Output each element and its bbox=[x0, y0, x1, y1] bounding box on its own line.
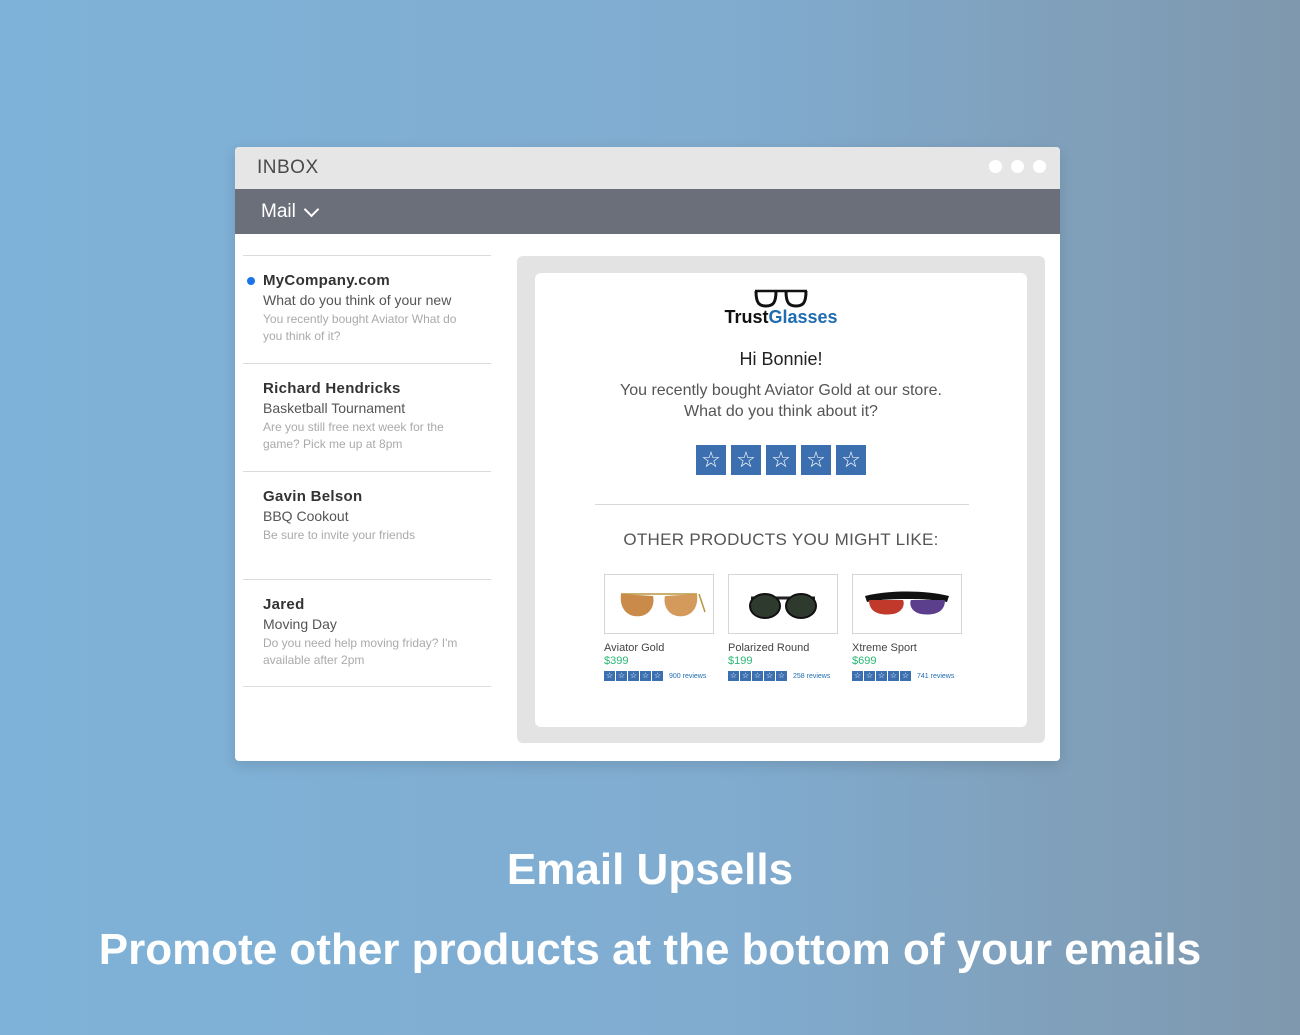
review-count[interactable]: 258 reviews bbox=[793, 673, 830, 680]
chevron-down-icon bbox=[303, 201, 320, 217]
mini-star-icon: ☆ bbox=[652, 671, 663, 681]
mini-star-icon: ☆ bbox=[776, 671, 787, 681]
review-count[interactable]: 900 reviews bbox=[669, 673, 706, 680]
email-body: TrustGlasses Hi Bonnie! You recently bou… bbox=[535, 273, 1027, 727]
rating-stars: ☆ ☆ ☆ ☆ ☆ bbox=[696, 445, 866, 475]
mini-star-icon: ☆ bbox=[604, 671, 615, 681]
product-card[interactable]: Xtreme Sport $699 ☆ ☆ ☆ ☆ ☆ 741 reviews bbox=[852, 574, 962, 681]
message-sender: MyCompany.com bbox=[263, 272, 390, 289]
message-subject: Basketball Tournament bbox=[263, 400, 406, 416]
unread-dot-icon bbox=[247, 277, 255, 285]
product-list: Aviator Gold $399 ☆☆☆☆☆ 900 reviews bbox=[604, 574, 962, 681]
mini-star-icon: ☆ bbox=[728, 671, 739, 681]
other-products-heading: OTHER PRODUCTS YOU MIGHT LIKE: bbox=[623, 530, 939, 549]
aviator-sunglasses-icon[interactable] bbox=[604, 574, 714, 634]
subheadline: Promote other products at the bottom of … bbox=[98, 925, 1202, 974]
mini-star-icon: ☆ bbox=[616, 671, 627, 681]
star-2-icon[interactable]: ☆ bbox=[731, 445, 761, 475]
product-card[interactable]: Aviator Gold $399 ☆ ☆ ☆ ☆ ☆ 900 reviews bbox=[604, 574, 714, 681]
product-name: Aviator Gold bbox=[604, 642, 665, 654]
sport-sunglasses-icon[interactable] bbox=[852, 574, 962, 634]
window-dot-3[interactable] bbox=[1033, 160, 1046, 173]
message-sender: Jared bbox=[263, 596, 305, 613]
email-line-1: You recently bought Aviator Gold at our … bbox=[620, 382, 942, 399]
brand-logo: TrustGlasses bbox=[535, 287, 1027, 328]
window-dot-2[interactable] bbox=[1011, 160, 1024, 173]
message-subject: BBQ Cookout bbox=[263, 508, 349, 524]
message-preview: You recently bought Aviator What do you … bbox=[263, 312, 457, 343]
message-preview: Are you still free next week for the gam… bbox=[263, 420, 444, 451]
mail-menu-button[interactable]: Mail bbox=[261, 201, 320, 223]
product-rating: ☆ ☆ ☆ ☆ ☆ 258 reviews bbox=[728, 671, 838, 681]
mini-star-icon: ☆ bbox=[640, 671, 651, 681]
mail-menu-label: Mail bbox=[261, 201, 296, 222]
message-sender: Richard Hendricks bbox=[263, 380, 401, 397]
mini-star-icon: ☆ bbox=[628, 671, 639, 681]
message-preview: Do you need help moving friday? I'm avai… bbox=[263, 636, 458, 667]
mini-star-icon: ☆ bbox=[740, 671, 751, 681]
star-1-icon[interactable]: ☆ bbox=[696, 445, 726, 475]
window-title: INBOX bbox=[257, 157, 319, 178]
mini-star-icon: ☆ bbox=[752, 671, 763, 681]
message-preview: Be sure to invite your friends bbox=[263, 528, 416, 542]
review-count[interactable]: 741 reviews bbox=[917, 673, 954, 680]
title-bar: INBOX bbox=[235, 147, 1060, 189]
mini-star-icon: ☆ bbox=[852, 671, 863, 681]
star-3-icon[interactable]: ☆ bbox=[766, 445, 796, 475]
brand-name-part1: Trust bbox=[724, 307, 769, 327]
list-item[interactable]: Richard Hendricks Basketball Tournament … bbox=[243, 363, 491, 471]
glasses-logo-icon bbox=[754, 289, 808, 308]
product-price: $399 bbox=[604, 655, 629, 667]
menu-bar: Mail bbox=[235, 189, 1060, 234]
message-subject: What do you think of your new bbox=[263, 292, 452, 308]
star-4-icon[interactable]: ☆ bbox=[801, 445, 831, 475]
divider bbox=[595, 504, 969, 505]
product-price: $199 bbox=[728, 655, 753, 667]
reading-pane: TrustGlasses Hi Bonnie! You recently bou… bbox=[517, 256, 1045, 743]
window-dot-1[interactable] bbox=[989, 160, 1002, 173]
list-item[interactable]: MyCompany.com What do you think of your … bbox=[243, 255, 491, 363]
star-5-icon[interactable]: ☆ bbox=[836, 445, 866, 475]
round-sunglasses-icon[interactable] bbox=[728, 574, 838, 634]
window-controls bbox=[989, 160, 1046, 173]
list-item[interactable]: Gavin Belson BBQ Cookout Be sure to invi… bbox=[243, 471, 491, 579]
headline: Email Upsells bbox=[506, 845, 794, 894]
email-message: You recently bought Aviator Gold at our … bbox=[535, 380, 1027, 422]
mini-star-icon: ☆ bbox=[864, 671, 875, 681]
product-rating: ☆ ☆ ☆ ☆ ☆ 900 reviews bbox=[604, 671, 714, 681]
mini-star-icon: ☆ bbox=[876, 671, 887, 681]
list-item[interactable]: Jared Moving Day Do you need help moving… bbox=[243, 579, 491, 687]
product-name: Polarized Round bbox=[728, 642, 810, 654]
message-sender: Gavin Belson bbox=[263, 488, 363, 505]
email-greeting: Hi Bonnie! bbox=[739, 349, 823, 369]
mini-star-icon: ☆ bbox=[764, 671, 775, 681]
product-rating: ☆ ☆ ☆ ☆ ☆ 741 reviews bbox=[852, 671, 962, 681]
brand-name-part2: Glasses bbox=[768, 307, 838, 327]
message-subject: Moving Day bbox=[263, 616, 337, 632]
product-card[interactable]: Polarized Round $199 ☆ ☆ ☆ ☆ ☆ 258 reviews bbox=[728, 574, 838, 681]
product-name: Xtreme Sport bbox=[852, 642, 917, 654]
brand-name: TrustGlasses bbox=[535, 307, 1027, 328]
message-list: MyCompany.com What do you think of your … bbox=[243, 255, 491, 687]
mini-star-icon: ☆ bbox=[900, 671, 911, 681]
product-price: $699 bbox=[852, 655, 877, 667]
email-line-2: What do you think about it? bbox=[684, 403, 878, 420]
mail-window: INBOX Mail MyCompany.com What do you thi… bbox=[235, 147, 1060, 761]
mini-star-icon: ☆ bbox=[888, 671, 899, 681]
